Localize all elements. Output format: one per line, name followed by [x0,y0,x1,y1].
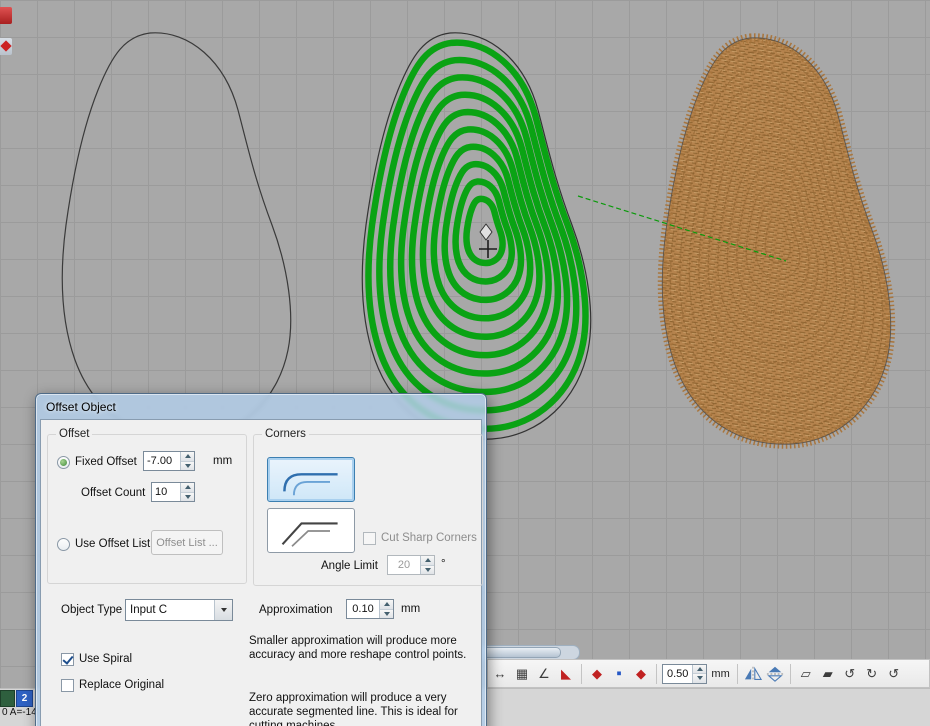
offset-count-label: Offset Count [81,487,145,499]
use-spiral-checkbox[interactable] [61,653,74,666]
rotate-more-icon[interactable]: ↺ [884,664,904,684]
skew-vertical-icon[interactable]: ▰ [818,664,838,684]
corner-tool-icon[interactable]: ◣ [556,664,576,684]
replace-original-label: Replace Original [79,679,164,691]
grid-size-unit: mm [709,668,731,680]
horizontal-scrollbar-thumb[interactable] [481,647,561,658]
offset-count-spinner[interactable]: 10 [151,482,195,502]
grid-icon[interactable]: ▦ [512,664,532,684]
fixed-offset-value: -7.00 [144,452,180,470]
fixed-offset-label: Fixed Offset [75,456,137,468]
red-diamond-icon[interactable]: ◆ [587,664,607,684]
cut-sharp-corners-label: Cut Sharp Corners [381,532,477,544]
replace-original-checkbox[interactable] [61,679,74,692]
toolbar-separator [737,664,738,684]
page-tab-icon[interactable] [0,690,15,707]
center-node [480,224,492,240]
angle-icon[interactable]: ∠ [534,664,554,684]
sharp-corners-button[interactable] [267,508,355,553]
red-node-icon[interactable]: ◆ [631,664,651,684]
object-type-combobox[interactable]: Input C [125,599,233,621]
stitch-preview-shape[interactable] [662,38,890,444]
grid-size-value: 0.50 [663,665,692,683]
rotate-cw-icon[interactable]: ↻ [862,664,882,684]
zero-approximation-note: Zero approximation will produce a very a… [249,691,481,726]
crosshair-cursor [479,240,497,258]
grid-size-up-button[interactable] [693,665,706,674]
toolbar-separator [581,664,582,684]
use-spiral-label: Use Spiral [79,653,132,665]
round-corner-icon [273,462,349,498]
toolbar-separator [656,664,657,684]
rotate-ccw-icon[interactable]: ↺ [840,664,860,684]
object-type-value: Input C [126,600,214,620]
approximation-unit: mm [401,603,420,615]
toolbar-separator [790,664,791,684]
grid-size-spinner[interactable]: 0.50 [662,664,707,684]
offset-count-down-button[interactable] [181,492,194,502]
offset-count-up-button[interactable] [181,483,194,492]
outline-shape[interactable] [62,33,290,439]
dialog-body: Offset Fixed Offset -7.00 mm Offset Coun… [40,419,482,726]
left-toolbar-icon-diamond[interactable] [0,38,12,55]
object-type-label: Object Type [61,604,122,616]
page-tab-2[interactable]: 2 [16,690,33,707]
fixed-offset-radio[interactable] [57,456,70,469]
blue-node-icon[interactable]: ▪ [609,664,629,684]
angle-limit-spinner: 20 [387,555,435,575]
approximation-label: Approximation [259,604,333,616]
fixed-offset-spinner[interactable]: -7.00 [143,451,195,471]
flip-vertical-icon[interactable] [765,664,785,684]
status-coordinates: 0 A=-14 [2,707,37,718]
offset-object-dialog: Offset Object Offset Fixed Offset -7.00 … [35,393,487,726]
round-corners-button[interactable] [267,457,355,502]
offset-count-value: 10 [152,483,180,501]
left-toolbar-icon-red[interactable] [0,7,12,24]
application-window: ↔ ▦ ∠ ◣ ◆ ▪ ◆ 0.50 mm [0,0,930,726]
angle-limit-label: Angle Limit [321,560,378,572]
sharp-corner-icon [273,513,349,549]
approximation-up-button[interactable] [380,600,393,609]
fixed-offset-up-button[interactable] [181,452,194,461]
offset-preview-shape[interactable] [362,33,590,439]
chevron-down-icon[interactable] [214,600,232,620]
dialog-title-bar[interactable]: Offset Object [40,394,482,419]
approximation-value: 0.10 [347,600,379,618]
corners-group-label: Corners [262,428,309,440]
offset-group-label: Offset [56,428,92,440]
skew-horizontal-icon[interactable]: ▱ [796,664,816,684]
grid-size-down-button[interactable] [693,673,706,683]
approximation-down-button[interactable] [380,609,393,619]
cut-sharp-corners-checkbox [363,532,376,545]
fixed-offset-down-button[interactable] [181,461,194,471]
use-offset-list-radio[interactable] [57,538,70,551]
angle-limit-up-button [421,556,434,565]
approximation-spinner[interactable]: 0.10 [346,599,394,619]
flip-horizontal-icon[interactable] [743,664,763,684]
use-offset-list-label: Use Offset List [75,538,150,550]
angle-limit-value: 20 [388,556,420,574]
approximation-note: Smaller approximation will produce more … [249,634,481,662]
dialog-title: Offset Object [46,400,116,414]
bottom-toolbar: ↔ ▦ ∠ ◣ ◆ ▪ ◆ 0.50 mm [487,659,930,688]
angle-limit-unit: ° [441,558,446,570]
fixed-offset-unit: mm [213,455,232,467]
offset-list-button: Offset List ... [151,530,223,555]
measure-icon[interactable]: ↔ [490,664,510,684]
page-tabs: 2 [0,690,33,707]
angle-limit-down-button [421,565,434,575]
